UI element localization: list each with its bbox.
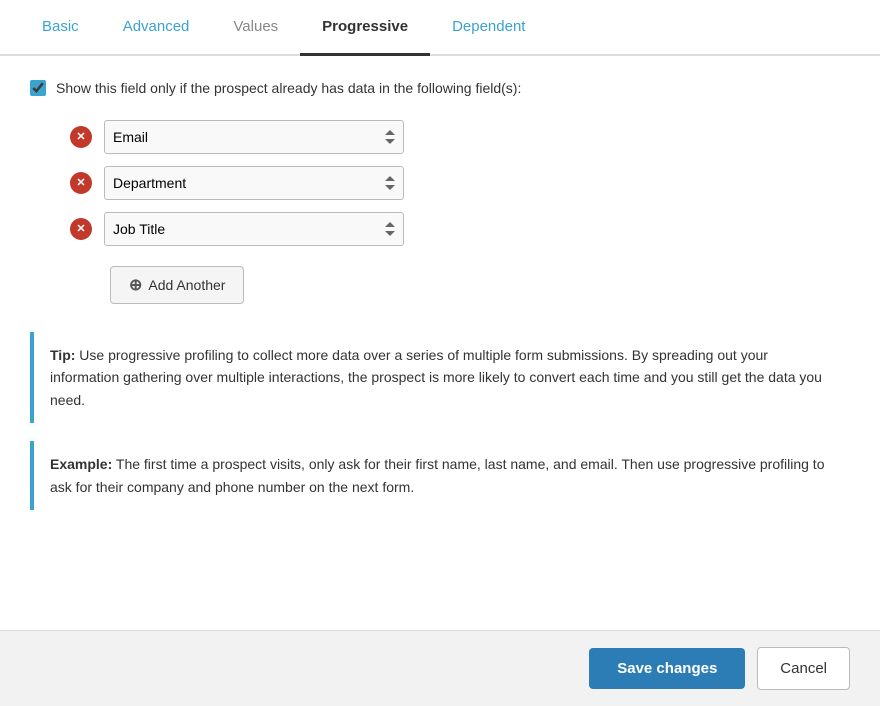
tab-bar: Basic Advanced Values Progressive Depend… xyxy=(0,0,880,56)
progressive-checkbox[interactable] xyxy=(30,80,46,96)
add-another-button[interactable]: ⊕ Add Another xyxy=(110,266,244,304)
example-text: The first time a prospect visits, only a… xyxy=(50,456,825,494)
save-changes-button[interactable]: Save changes xyxy=(589,648,745,689)
plus-icon: ⊕ xyxy=(129,275,142,295)
main-content: Show this field only if the prospect alr… xyxy=(0,56,880,630)
field-select-2[interactable]: Email Department Job Title First Name La… xyxy=(104,166,404,200)
remove-field-1-button[interactable] xyxy=(70,126,92,148)
field-select-1[interactable]: Email Department Job Title First Name La… xyxy=(104,120,404,154)
tab-advanced[interactable]: Advanced xyxy=(101,0,212,56)
tab-values[interactable]: Values xyxy=(211,0,300,56)
table-row: Email Department Job Title First Name La… xyxy=(70,120,850,154)
footer: Save changes Cancel xyxy=(0,630,880,706)
remove-field-3-button[interactable] xyxy=(70,218,92,240)
cancel-button[interactable]: Cancel xyxy=(757,647,850,690)
tab-basic[interactable]: Basic xyxy=(20,0,101,56)
remove-field-2-button[interactable] xyxy=(70,172,92,194)
table-row: Email Department Job Title First Name La… xyxy=(70,212,850,246)
progressive-checkbox-row: Show this field only if the prospect alr… xyxy=(30,80,850,96)
tip-bold: Tip: xyxy=(50,347,75,363)
field-list: Email Department Job Title First Name La… xyxy=(70,120,850,246)
example-bold: Example: xyxy=(50,456,112,472)
table-row: Email Department Job Title First Name La… xyxy=(70,166,850,200)
tip-text: Use progressive profiling to collect mor… xyxy=(50,347,822,408)
example-section: Example: The first time a prospect visit… xyxy=(30,441,850,510)
progressive-checkbox-label: Show this field only if the prospect alr… xyxy=(56,80,521,96)
field-select-3[interactable]: Email Department Job Title First Name La… xyxy=(104,212,404,246)
tab-progressive[interactable]: Progressive xyxy=(300,0,430,56)
tab-dependent[interactable]: Dependent xyxy=(430,0,547,56)
add-another-label: Add Another xyxy=(148,277,225,293)
tip-section: Tip: Use progressive profiling to collec… xyxy=(30,332,850,423)
